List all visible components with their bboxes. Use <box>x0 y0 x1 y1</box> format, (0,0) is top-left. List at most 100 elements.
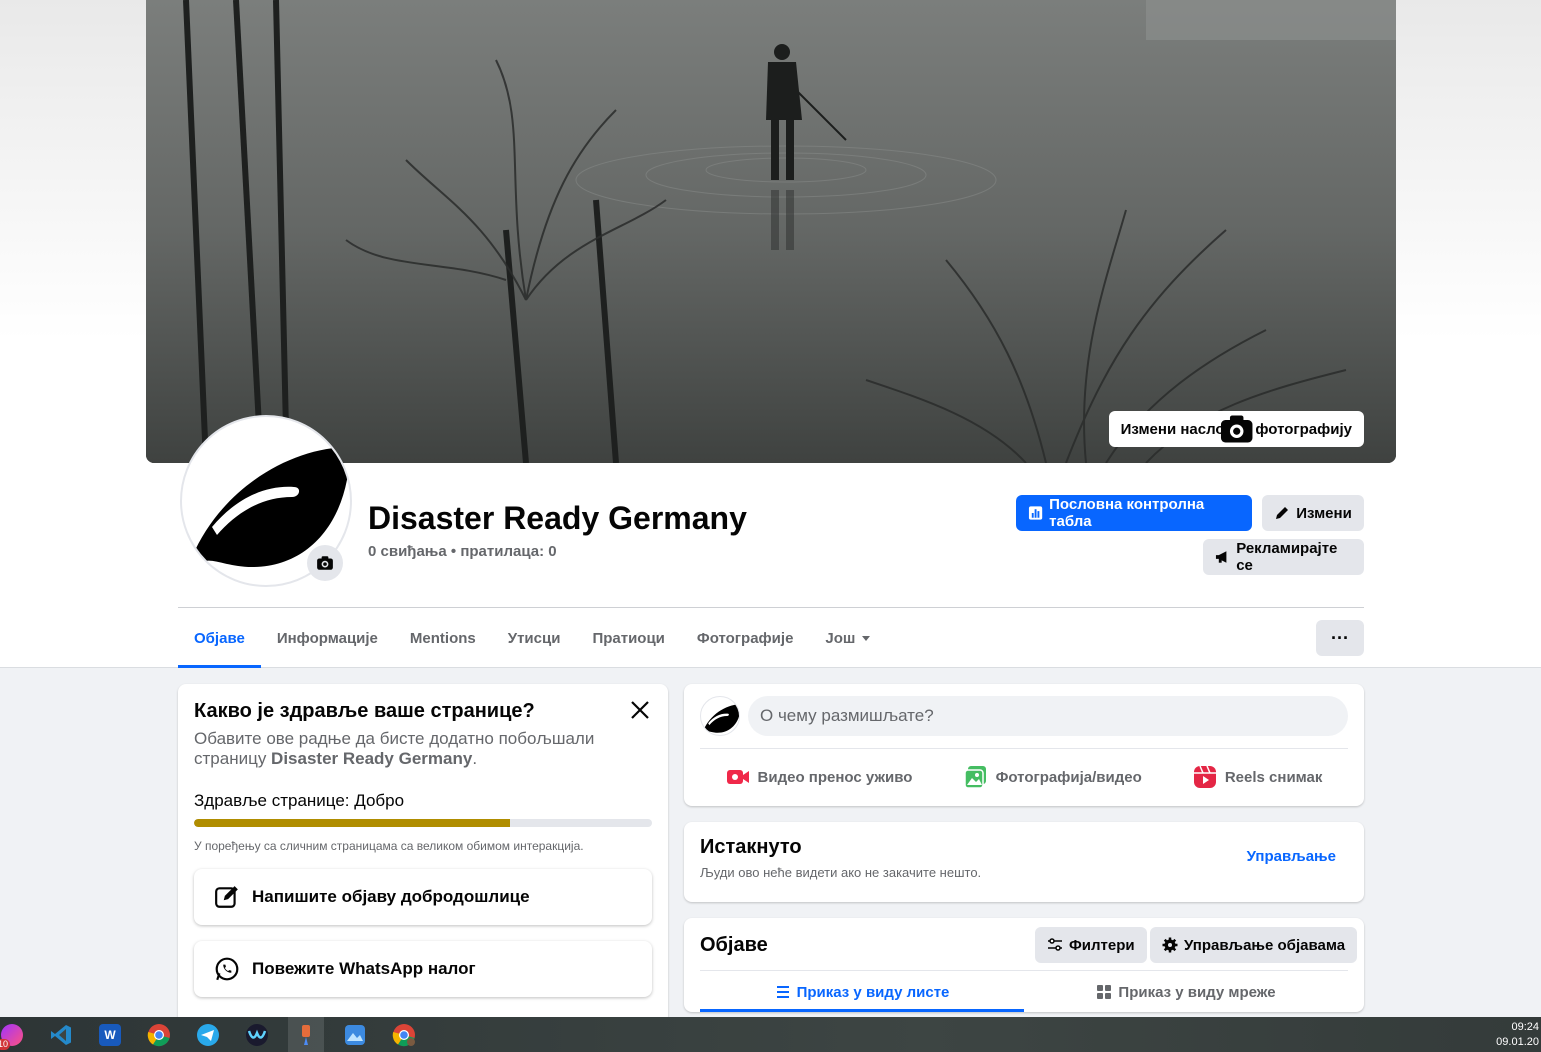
close-icon[interactable] <box>628 698 652 722</box>
edit-post-icon <box>215 886 238 908</box>
composer-divider <box>700 748 1348 749</box>
page-title: Disaster Ready Germany <box>368 500 747 536</box>
filters-label: Филтери <box>1069 936 1135 954</box>
camera-icon <box>317 556 333 570</box>
edit-page-label: Измени <box>1296 504 1352 522</box>
health-progress-bar <box>194 819 652 827</box>
health-title: Какво је здравље ваше странице? <box>194 700 535 722</box>
tab-mentions[interactable]: Mentions <box>394 608 492 668</box>
dashboard-icon <box>1028 506 1043 520</box>
taskbar-word[interactable]: W <box>92 1017 128 1052</box>
word-icon: W <box>99 1023 121 1046</box>
reels-icon <box>1193 765 1216 788</box>
clock-date: 09.01.20 <box>1496 1036 1539 1048</box>
leaf-logo-icon <box>703 704 739 733</box>
edit-page-button[interactable]: Измени <box>1262 495 1364 531</box>
filters-button[interactable]: Филтери <box>1035 927 1147 963</box>
tab-label: Пратиоци <box>592 629 665 647</box>
health-status: Здравље странице: Добро <box>194 791 405 810</box>
taskbar-messenger[interactable]: 10 <box>0 1017 30 1052</box>
telegram-icon <box>197 1023 219 1046</box>
manage-posts-button[interactable]: Управљање објавама <box>1150 927 1358 963</box>
live-video-icon <box>726 770 749 784</box>
taskbar-telegram[interactable] <box>190 1017 226 1052</box>
photo-video-icon <box>963 766 986 789</box>
tab-label: Утисци <box>507 629 561 647</box>
windows-taskbar: 10 W 09:24 09.01.20 <box>0 1017 1541 1052</box>
health-progress-fill <box>194 819 511 827</box>
webex-icon <box>246 1023 268 1046</box>
health-desc-page: Disaster Ready Germany <box>271 749 473 768</box>
tab-followers[interactable]: Пратиоци <box>576 608 680 668</box>
health-note: У поређењу са сличним страницама са вели… <box>194 839 584 853</box>
list-icon <box>776 986 789 998</box>
megaphone-icon <box>1215 551 1227 563</box>
update-avatar-button[interactable] <box>307 545 343 581</box>
chrome-icon <box>392 1023 415 1046</box>
post-composer: О чему размишљате? Видео пренос уживо Фо… <box>684 684 1364 806</box>
live-video-button[interactable]: Видео пренос уживо <box>726 757 913 797</box>
posts-title: Објаве <box>700 934 768 956</box>
promote-label: Рекламирајте се <box>1236 540 1338 574</box>
reels-label: Reels снимак <box>1224 768 1323 786</box>
cover-image <box>146 0 1396 463</box>
grid-view-label: Приказ у виду мреже <box>1118 983 1276 1001</box>
tab-posts[interactable]: Објаве <box>178 608 261 668</box>
photo-video-label: Фотографија/видео <box>995 768 1142 786</box>
pencil-icon <box>1276 507 1289 519</box>
more-options-label: ··· <box>1331 627 1349 648</box>
tab-photos[interactable]: Фотографије <box>681 608 810 668</box>
tab-label: Mentions <box>409 629 476 647</box>
taskbar-webex[interactable] <box>239 1017 275 1052</box>
more-options-button[interactable]: ··· <box>1316 620 1364 656</box>
tab-reviews[interactable]: Утисци <box>492 608 577 668</box>
tab-more[interactable]: Још <box>809 608 887 668</box>
page-health-card: Какво је здравље ваше странице? Обавите … <box>178 684 668 1024</box>
tab-about[interactable]: Информације <box>261 608 394 668</box>
cover-photo: Измени насловну фотографију <box>146 0 1396 463</box>
chrome-icon <box>147 1023 170 1046</box>
photo-video-button[interactable]: Фотографија/видео <box>963 757 1142 797</box>
edit-cover-photo-button[interactable]: Измени насловну фотографију <box>1108 411 1364 447</box>
composer-avatar[interactable] <box>700 696 740 736</box>
taskbar-photos[interactable] <box>337 1017 373 1052</box>
notification-badge: 10 <box>0 1039 11 1050</box>
featured-manage-link[interactable]: Управљање <box>1247 848 1336 865</box>
composer-placeholder: О чему размишљате? <box>760 706 934 725</box>
posts-card: Објаве Филтери Управљање објавама Приказ… <box>684 918 1364 1012</box>
business-dashboard-button[interactable]: Пословна контролна табла <box>1016 495 1252 531</box>
caret-down-icon <box>862 636 871 641</box>
welcome-post-action[interactable]: Напишите објаву добродошлице <box>194 869 652 925</box>
live-video-label: Видео пренос уживо <box>757 768 913 786</box>
tab-label: Још <box>825 629 856 647</box>
business-dashboard-label: Пословна контролна табла <box>1049 496 1205 530</box>
list-view-tab[interactable]: Приказ у виду листе <box>700 972 1024 1012</box>
taskbar-app-active[interactable] <box>288 1017 324 1052</box>
page-stats: 0 свиђања • пратилаца: 0 <box>368 543 557 560</box>
clock-time: 09:24 <box>1511 1021 1539 1033</box>
page-header: Измени насловну фотографију Disaster Rea… <box>0 0 1541 668</box>
taskbar-vscode[interactable] <box>43 1017 79 1052</box>
promote-button[interactable]: Рекламирајте се <box>1203 539 1364 575</box>
posts-divider <box>700 970 1348 971</box>
photos-icon <box>345 1024 365 1045</box>
connect-whatsapp-label: Повежите WhatsApp налог <box>252 959 476 978</box>
taskbar-chrome[interactable] <box>141 1017 177 1052</box>
taskbar-chrome-profile[interactable] <box>386 1017 422 1052</box>
vscode-icon <box>51 1024 71 1045</box>
tab-label: Објаве <box>194 629 245 647</box>
taskbar-clock[interactable]: 09:24 09.01.20 <box>1496 1020 1539 1050</box>
app-icon <box>302 1024 310 1045</box>
connect-whatsapp-action[interactable]: Повежите WhatsApp налог <box>194 941 652 997</box>
whatsapp-icon <box>215 957 239 981</box>
health-desc-suffix: . <box>472 749 478 768</box>
page-tabs: Објаве Информације Mentions Утисци Прати… <box>178 608 887 668</box>
health-description: Обавите ове радње да бисте додатно побољ… <box>194 729 652 769</box>
composer-input[interactable]: О чему размишљате? <box>748 696 1348 736</box>
filter-sliders-icon <box>1048 938 1062 951</box>
camera-icon <box>1220 415 1253 443</box>
grid-icon <box>1097 985 1112 999</box>
grid-view-tab[interactable]: Приказ у виду мреже <box>1024 972 1348 1012</box>
reels-button[interactable]: Reels снимак <box>1193 757 1323 797</box>
tab-label: Фотографије <box>696 629 794 647</box>
